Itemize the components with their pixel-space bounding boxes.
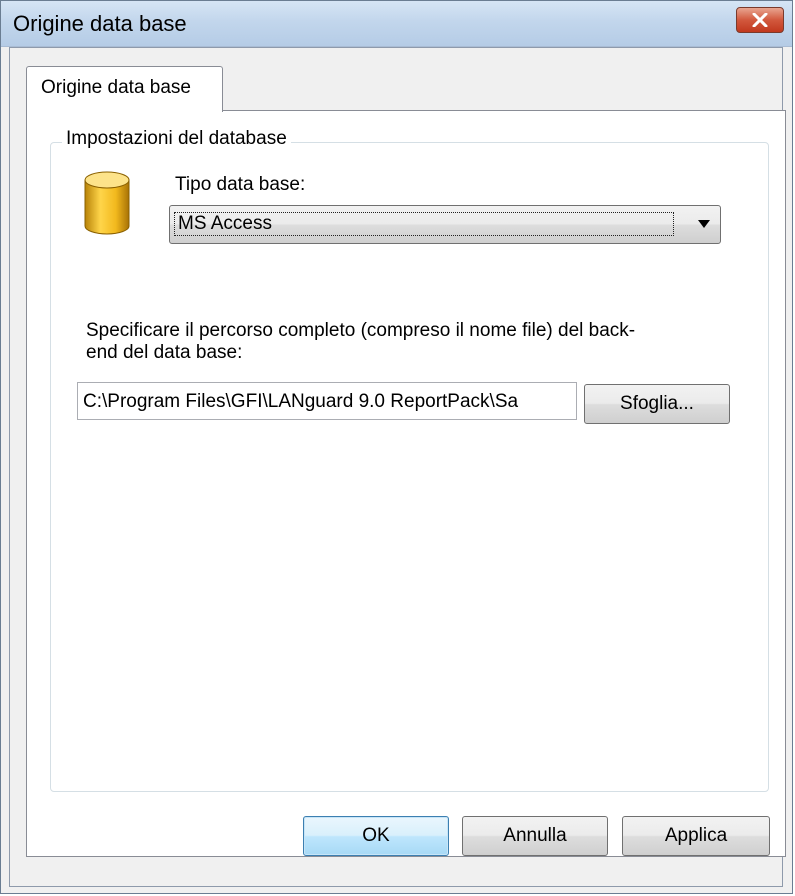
path-input-value: C:\Program Files\GFI\LANguard 9.0 Report… — [83, 391, 519, 412]
window-title: Origine data base — [13, 11, 187, 36]
group-legend: Impostazioni del database — [62, 128, 291, 150]
close-icon — [752, 13, 768, 27]
cancel-button-label: Annulla — [503, 825, 567, 846]
database-type-value: MS Access — [174, 212, 674, 236]
ok-button-label: OK — [362, 825, 390, 846]
database-icon — [84, 171, 130, 235]
cancel-button[interactable]: Annulla — [462, 816, 608, 856]
browse-button[interactable]: Sfoglia... — [584, 384, 730, 424]
apply-button-label: Applica — [664, 825, 728, 846]
database-type-select[interactable]: MS Access — [169, 205, 721, 244]
browse-button-label: Sfoglia... — [620, 393, 694, 414]
close-button[interactable] — [736, 7, 784, 33]
apply-button[interactable]: Applica — [622, 816, 770, 856]
path-label-line1: Specificare il percorso completo (compre… — [86, 320, 636, 341]
path-input[interactable]: C:\Program Files\GFI\LANguard 9.0 Report… — [77, 382, 577, 420]
tab-origine-data-base[interactable]: Origine data base — [26, 66, 223, 112]
tab-label: Origine data base — [41, 77, 191, 98]
path-label-line2: end del data base: — [86, 342, 243, 363]
ok-button[interactable]: OK — [303, 816, 449, 856]
chevron-down-icon — [698, 220, 710, 228]
database-type-label: Tipo data base: — [175, 174, 306, 195]
title-bar[interactable]: Origine data base — [1, 1, 792, 47]
